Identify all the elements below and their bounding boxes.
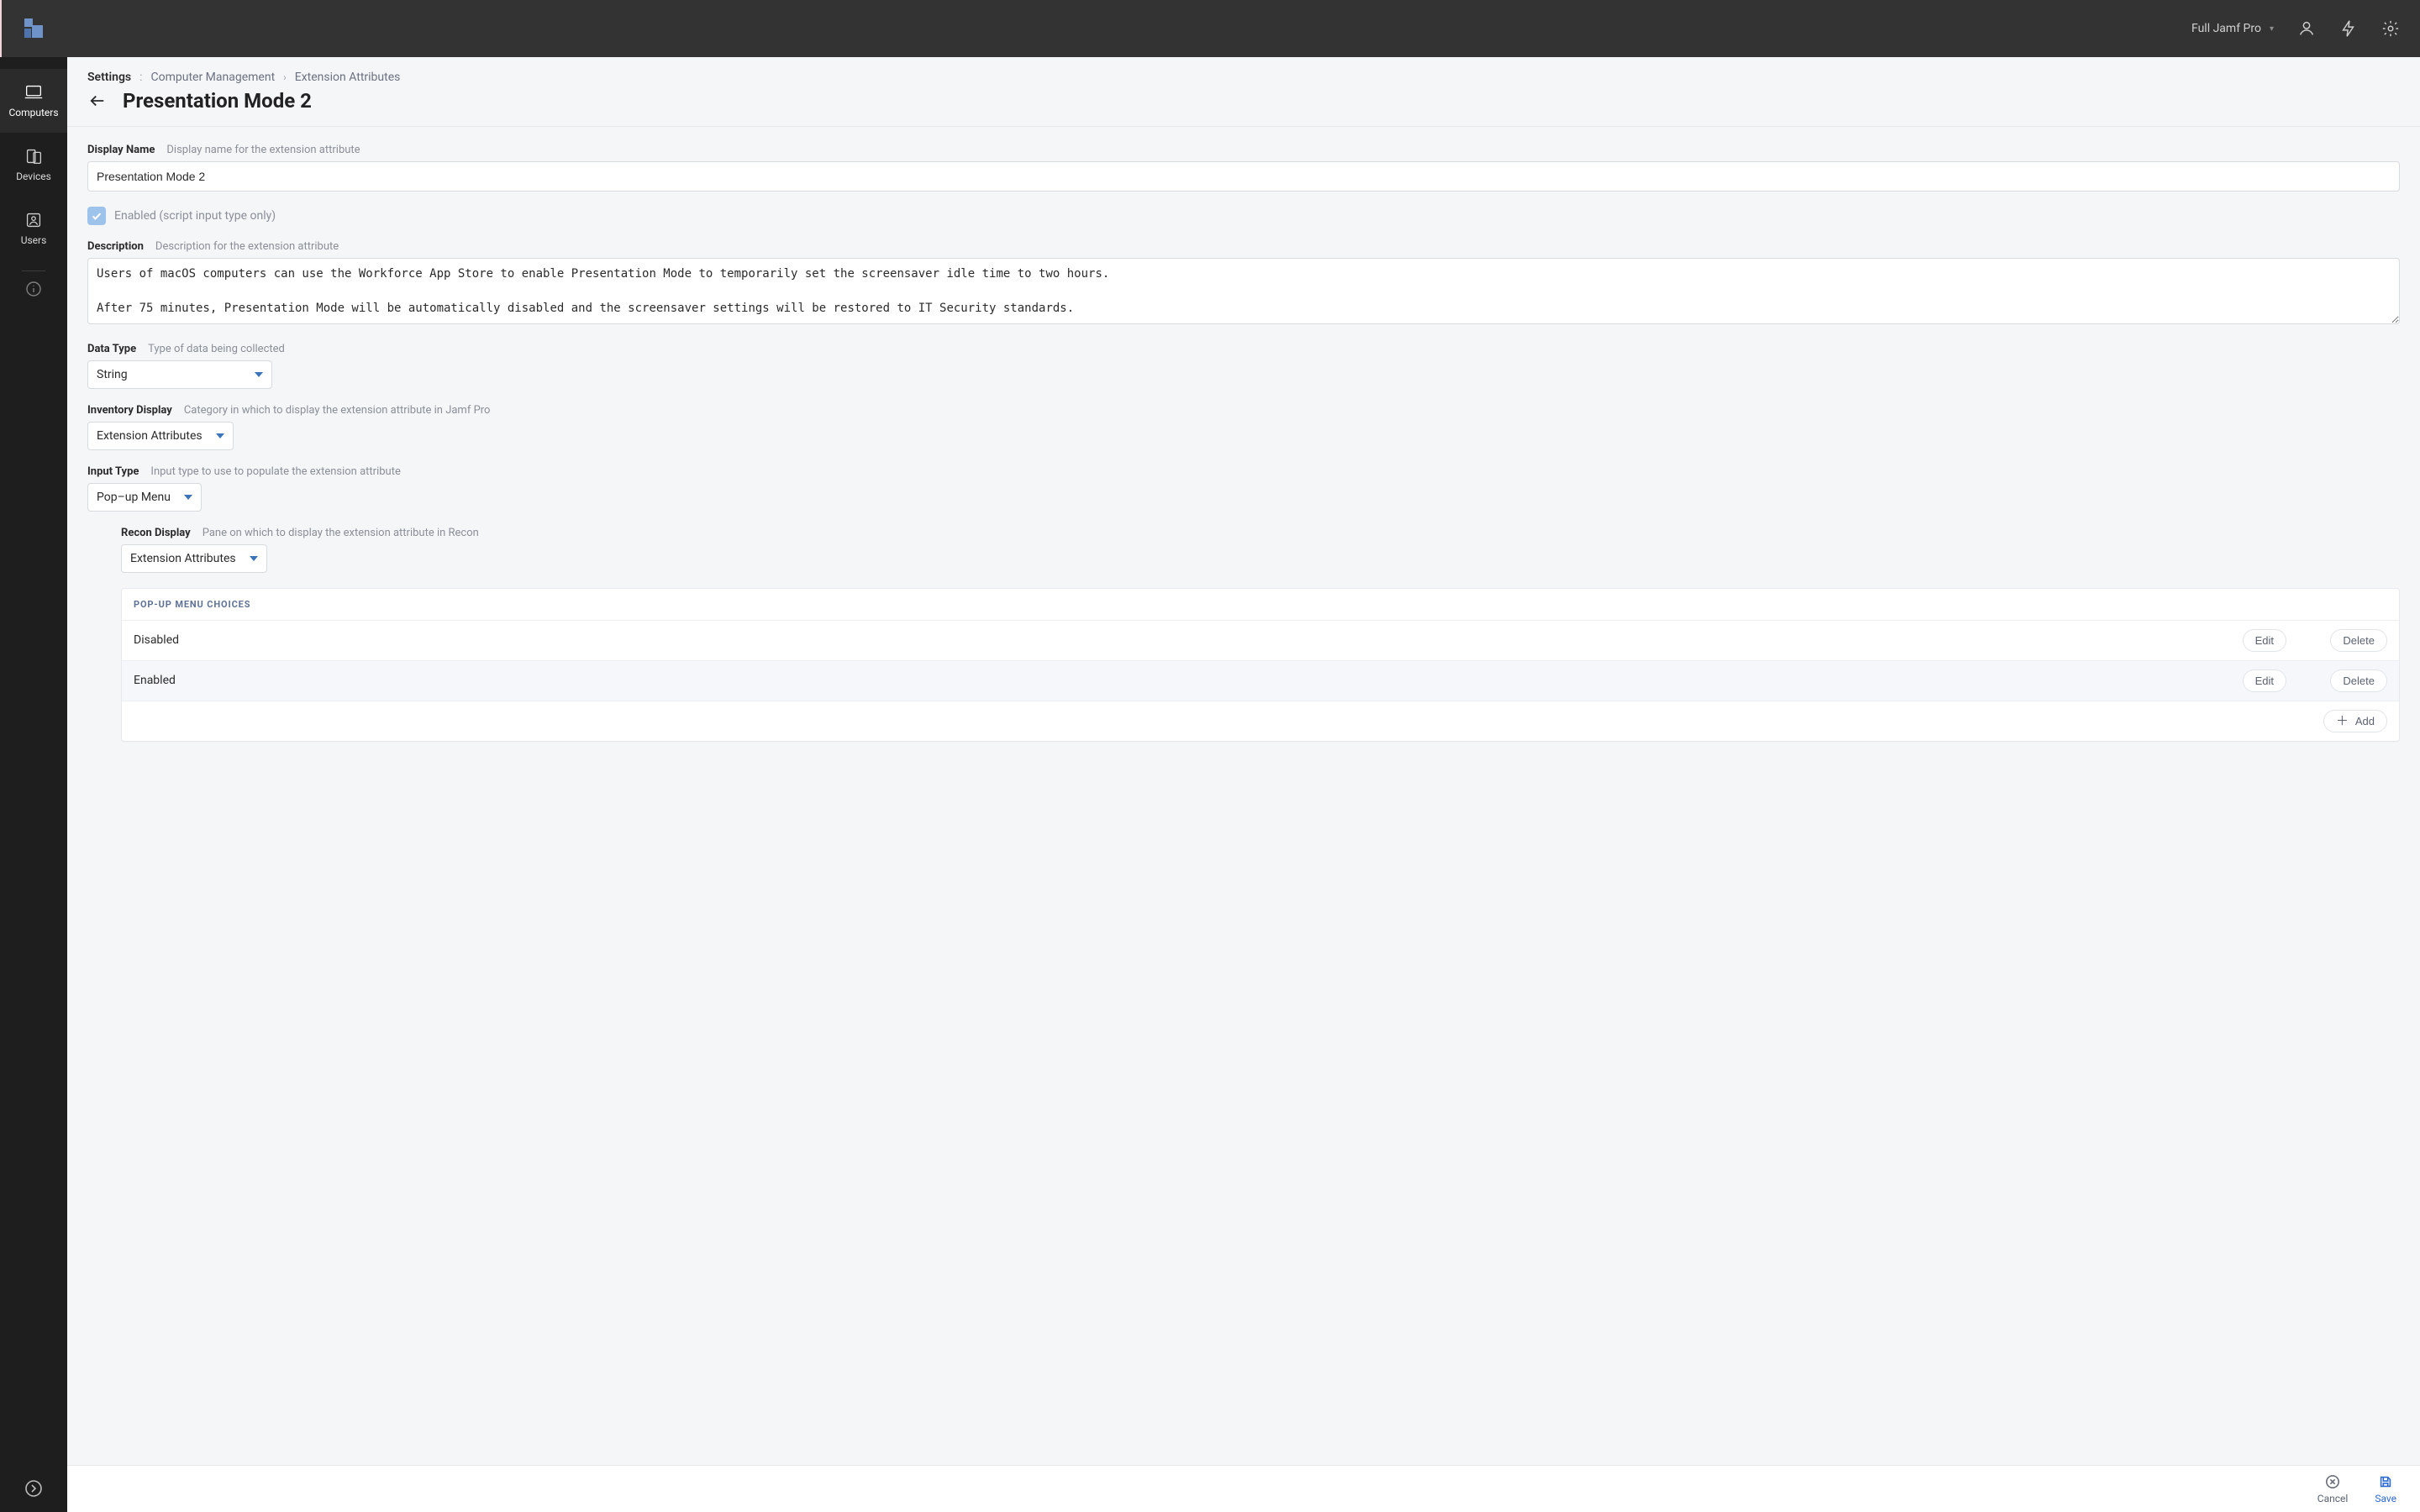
enabled-checkbox-label: Enabled (script input type only) <box>114 209 276 223</box>
sidebar-item-users[interactable]: Users <box>0 197 67 260</box>
popup-choice-add-button[interactable]: ＋ Add <box>2323 710 2387 732</box>
app-logo[interactable] <box>13 17 54 40</box>
bolt-icon[interactable] <box>2339 19 2358 38</box>
popup-choice-edit-button[interactable]: Edit <box>2243 629 2286 652</box>
main-content: Settings : Computer Management › Extensi… <box>67 57 2420 1512</box>
data-type-select[interactable]: String <box>87 360 272 389</box>
recon-display-hint: Pane on which to display the extension a… <box>203 527 479 539</box>
recon-display-label: Recon Display <box>121 527 191 539</box>
description-hint: Description for the extension attribute <box>155 240 339 253</box>
check-icon <box>91 210 103 222</box>
cancel-label: Cancel <box>2317 1493 2349 1504</box>
display-name-hint: Display name for the extension attribute <box>166 144 360 156</box>
inventory-display-value: Extension Attributes <box>97 429 203 443</box>
breadcrumb-leaf[interactable]: Extension Attributes <box>295 71 401 84</box>
save-button[interactable]: Save <box>2375 1474 2396 1504</box>
cancel-icon <box>2325 1474 2340 1489</box>
data-type-label: Data Type <box>87 343 136 355</box>
page-header: Settings : Computer Management › Extensi… <box>67 57 2420 127</box>
input-type-select[interactable]: Pop–up Menu <box>87 483 202 512</box>
tenant-name: Full Jamf Pro <box>2191 22 2261 35</box>
popup-choice-row: Enabled Edit Delete <box>122 661 2399 701</box>
popup-choices-header: POP-UP MENU CHOICES <box>122 589 2399 621</box>
recon-display-value: Extension Attributes <box>130 552 236 565</box>
popup-choice-name: Enabled <box>134 674 2186 687</box>
arrow-left-icon <box>89 94 106 108</box>
inventory-display-label: Inventory Display <box>87 404 172 417</box>
breadcrumb-sep: : <box>139 71 142 84</box>
popup-choice-name: Disabled <box>134 633 2186 647</box>
back-button[interactable] <box>87 91 108 111</box>
breadcrumb-mid[interactable]: Computer Management <box>151 71 276 84</box>
data-type-value: String <box>97 368 128 381</box>
recon-display-select[interactable]: Extension Attributes <box>121 544 267 573</box>
popup-choice-delete-button[interactable]: Delete <box>2330 669 2387 692</box>
cancel-button[interactable]: Cancel <box>2317 1474 2349 1504</box>
inventory-display-hint: Category in which to display the extensi… <box>184 404 491 417</box>
plus-icon: ＋ <box>2336 715 2349 727</box>
window-left-accent <box>0 0 2 57</box>
topbar: Full Jamf Pro ▾ <box>0 0 2420 57</box>
breadcrumb: Settings : Computer Management › Extensi… <box>87 71 2400 84</box>
sidebar-item-label: Users <box>21 234 47 246</box>
description-textarea[interactable] <box>87 258 2400 324</box>
input-type-value: Pop–up Menu <box>97 491 171 504</box>
chevron-right-icon: › <box>283 71 287 83</box>
sidebar: Computers Devices Users <box>0 57 67 1512</box>
sidebar-item-computers[interactable]: Computers <box>0 69 67 133</box>
expand-right-icon <box>25 1480 42 1497</box>
page-footer: Cancel Save <box>67 1465 2420 1512</box>
user-icon[interactable] <box>2297 19 2316 38</box>
display-name-input[interactable] <box>87 161 2400 192</box>
enabled-checkbox[interactable] <box>87 207 106 225</box>
chevron-down-icon: ▾ <box>2270 24 2274 34</box>
display-name-label: Display Name <box>87 144 155 156</box>
popup-choice-edit-button[interactable]: Edit <box>2243 669 2286 692</box>
popup-choice-delete-button[interactable]: Delete <box>2330 629 2387 652</box>
popup-choice-row: Disabled Edit Delete <box>122 621 2399 661</box>
users-icon <box>23 211 45 229</box>
description-label: Description <box>87 240 144 253</box>
sidebar-item-devices[interactable]: Devices <box>0 133 67 197</box>
gear-icon[interactable] <box>2381 19 2400 38</box>
sidebar-info-button[interactable] <box>0 280 67 298</box>
laptop-icon <box>23 83 45 102</box>
tenant-switcher[interactable]: Full Jamf Pro ▾ <box>2191 22 2274 35</box>
save-label: Save <box>2375 1493 2396 1504</box>
sidebar-collapse-button[interactable] <box>0 1465 67 1512</box>
data-type-hint: Type of data being collected <box>148 343 285 355</box>
popup-choices-card: POP-UP MENU CHOICES Disabled Edit Delete… <box>121 588 2400 742</box>
inventory-display-select[interactable]: Extension Attributes <box>87 422 234 450</box>
save-icon <box>2378 1474 2393 1489</box>
breadcrumb-root[interactable]: Settings <box>87 71 131 84</box>
page-title: Presentation Mode 2 <box>123 89 312 113</box>
info-icon <box>26 281 41 297</box>
sidebar-separator <box>22 270 45 271</box>
devices-icon <box>23 147 45 165</box>
input-type-hint: Input type to use to populate the extens… <box>150 465 400 478</box>
sidebar-item-label: Devices <box>16 171 51 182</box>
sidebar-item-label: Computers <box>8 107 58 118</box>
input-type-label: Input Type <box>87 465 139 478</box>
popup-choice-add-label: Add <box>2355 715 2375 727</box>
